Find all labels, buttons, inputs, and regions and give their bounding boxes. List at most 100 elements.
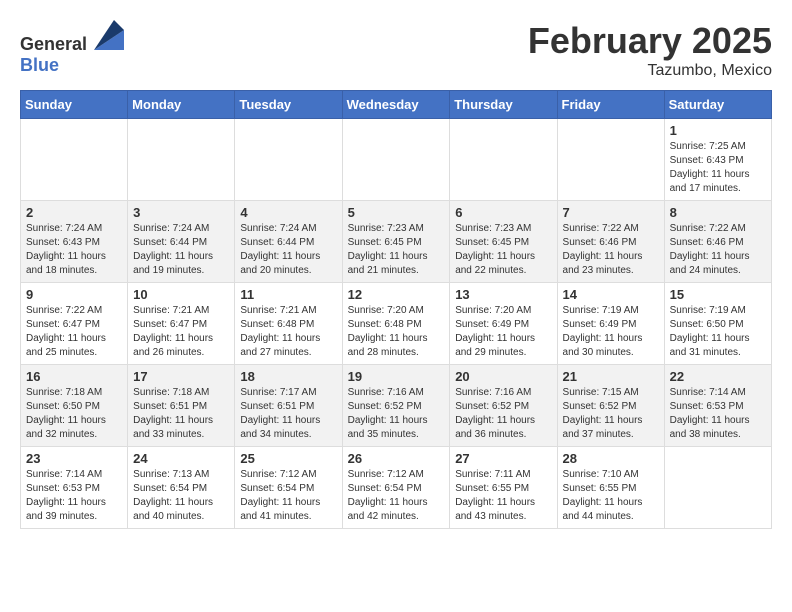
- day-number: 27: [455, 451, 551, 466]
- day-cell: 1Sunrise: 7:25 AM Sunset: 6:43 PM Daylig…: [664, 119, 771, 201]
- day-cell: 4 Sunrise: 7:24 AM Sunset: 6:44 PM Daylig…: [235, 201, 342, 283]
- day-number: 20: [455, 369, 551, 384]
- week-row-1: 1Sunrise: 7:25 AM Sunset: 6:43 PM Daylig…: [21, 119, 772, 201]
- day-cell: 11 Sunrise: 7:21 AM Sunset: 6:48 PM Dayli…: [235, 283, 342, 365]
- day-number: 11: [240, 287, 336, 302]
- week-row-2: 2Sunrise: 7:24 AM Sunset: 6:43 PM Daylig…: [21, 201, 772, 283]
- day-number: 17: [133, 369, 229, 384]
- day-number: 8: [670, 205, 766, 220]
- day-info: Sunrise: 7:19 AM Sunset: 6:49 PM Dayligh…: [563, 304, 659, 360]
- day-number: 28: [563, 451, 659, 466]
- day-cell: 7Sunrise: 7:22 AM Sunset: 6:46 PM Daylig…: [557, 201, 664, 283]
- day-info: Sunrise: 7:23 AM Sunset: 6:45 PM Dayligh…: [348, 222, 445, 278]
- day-cell: 15 Sunrise: 7:19 AM Sunset: 6:50 PM Dayli…: [664, 283, 771, 365]
- day-info: Sunrise: 7:22 AM Sunset: 6:46 PM Dayligh…: [670, 222, 766, 278]
- weekday-header-tuesday: Tuesday: [235, 91, 342, 119]
- day-cell: [235, 119, 342, 201]
- day-info: Sunrise: 7:15 AM Sunset: 6:52 PM Dayligh…: [563, 386, 659, 442]
- week-row-5: 23 Sunrise: 7:14 AM Sunset: 6:53 PM Dayli…: [21, 447, 772, 529]
- day-cell: [557, 119, 664, 201]
- day-number: 9: [26, 287, 122, 302]
- day-info: Sunrise: 7:12 AM Sunset: 6:54 PM Dayligh…: [348, 468, 445, 524]
- day-info: Sunrise: 7:13 AM Sunset: 6:54 PM Dayligh…: [133, 468, 229, 524]
- day-cell: 17 Sunrise: 7:18 AM Sunset: 6:51 PM Dayli…: [128, 365, 235, 447]
- day-cell: 9 Sunrise: 7:22 AM Sunset: 6:47 PM Daylig…: [21, 283, 128, 365]
- day-info: Sunrise: 7:14 AM Sunset: 6:53 PM Dayligh…: [26, 468, 122, 524]
- day-cell: 20Sunrise: 7:16 AM Sunset: 6:52 PM Dayli…: [450, 365, 557, 447]
- day-info: Sunrise: 7:19 AM Sunset: 6:50 PM Dayligh…: [670, 304, 766, 360]
- logo-blue: Blue: [20, 55, 59, 75]
- day-number: 12: [348, 287, 445, 302]
- day-info: Sunrise: 7:21 AM Sunset: 6:47 PM Dayligh…: [133, 304, 229, 360]
- day-cell: [450, 119, 557, 201]
- month-title: February 2025: [528, 20, 772, 62]
- day-number: 3: [133, 205, 229, 220]
- day-number: 26: [348, 451, 445, 466]
- day-number: 18: [240, 369, 336, 384]
- day-number: 13: [455, 287, 551, 302]
- day-info: Sunrise: 7:20 AM Sunset: 6:48 PM Dayligh…: [348, 304, 445, 360]
- week-row-3: 9 Sunrise: 7:22 AM Sunset: 6:47 PM Daylig…: [21, 283, 772, 365]
- weekday-header-row: SundayMondayTuesdayWednesdayThursdayFrid…: [21, 91, 772, 119]
- day-cell: [128, 119, 235, 201]
- day-info: Sunrise: 7:24 AM Sunset: 6:43 PM Dayligh…: [26, 222, 122, 278]
- day-number: 15: [670, 287, 766, 302]
- day-cell: [342, 119, 450, 201]
- weekday-header-sunday: Sunday: [21, 91, 128, 119]
- weekday-header-friday: Friday: [557, 91, 664, 119]
- day-number: 23: [26, 451, 122, 466]
- weekday-header-wednesday: Wednesday: [342, 91, 450, 119]
- day-info: Sunrise: 7:17 AM Sunset: 6:51 PM Dayligh…: [240, 386, 336, 442]
- title-area: February 2025 Tazumbo, Mexico: [528, 20, 772, 80]
- day-info: Sunrise: 7:10 AM Sunset: 6:55 PM Dayligh…: [563, 468, 659, 524]
- day-cell: 8 Sunrise: 7:22 AM Sunset: 6:46 PM Daylig…: [664, 201, 771, 283]
- day-number: 22: [670, 369, 766, 384]
- day-info: Sunrise: 7:22 AM Sunset: 6:47 PM Dayligh…: [26, 304, 122, 360]
- day-info: Sunrise: 7:20 AM Sunset: 6:49 PM Dayligh…: [455, 304, 551, 360]
- day-cell: 25 Sunrise: 7:12 AM Sunset: 6:54 PM Dayli…: [235, 447, 342, 529]
- day-number: 24: [133, 451, 229, 466]
- day-info: Sunrise: 7:24 AM Sunset: 6:44 PM Dayligh…: [240, 222, 336, 278]
- day-cell: 19Sunrise: 7:16 AM Sunset: 6:52 PM Dayli…: [342, 365, 450, 447]
- day-cell: 16 Sunrise: 7:18 AM Sunset: 6:50 PM Dayli…: [21, 365, 128, 447]
- day-number: 16: [26, 369, 122, 384]
- day-cell: 23 Sunrise: 7:14 AM Sunset: 6:53 PM Dayli…: [21, 447, 128, 529]
- day-number: 7: [563, 205, 659, 220]
- logo: General Blue: [20, 20, 124, 76]
- page-header: General Blue February 2025 Tazumbo, Mexi…: [20, 20, 772, 80]
- weekday-header-saturday: Saturday: [664, 91, 771, 119]
- day-info: Sunrise: 7:16 AM Sunset: 6:52 PM Dayligh…: [348, 386, 445, 442]
- day-number: 10: [133, 287, 229, 302]
- day-cell: 22 Sunrise: 7:14 AM Sunset: 6:53 PM Dayli…: [664, 365, 771, 447]
- day-info: Sunrise: 7:18 AM Sunset: 6:50 PM Dayligh…: [26, 386, 122, 442]
- logo-text: General Blue: [20, 20, 124, 76]
- day-info: Sunrise: 7:25 AM Sunset: 6:43 PM Dayligh…: [670, 140, 766, 196]
- day-cell: [664, 447, 771, 529]
- logo-icon: [94, 20, 124, 50]
- day-cell: 5Sunrise: 7:23 AM Sunset: 6:45 PM Daylig…: [342, 201, 450, 283]
- day-number: 14: [563, 287, 659, 302]
- day-info: Sunrise: 7:12 AM Sunset: 6:54 PM Dayligh…: [240, 468, 336, 524]
- day-info: Sunrise: 7:18 AM Sunset: 6:51 PM Dayligh…: [133, 386, 229, 442]
- day-info: Sunrise: 7:21 AM Sunset: 6:48 PM Dayligh…: [240, 304, 336, 360]
- day-info: Sunrise: 7:23 AM Sunset: 6:45 PM Dayligh…: [455, 222, 551, 278]
- day-number: 6: [455, 205, 551, 220]
- day-cell: 18 Sunrise: 7:17 AM Sunset: 6:51 PM Dayli…: [235, 365, 342, 447]
- day-number: 25: [240, 451, 336, 466]
- day-number: 21: [563, 369, 659, 384]
- day-cell: 24 Sunrise: 7:13 AM Sunset: 6:54 PM Dayli…: [128, 447, 235, 529]
- day-cell: 12 Sunrise: 7:20 AM Sunset: 6:48 PM Dayli…: [342, 283, 450, 365]
- day-cell: 2Sunrise: 7:24 AM Sunset: 6:43 PM Daylig…: [21, 201, 128, 283]
- day-number: 4: [240, 205, 336, 220]
- weekday-header-monday: Monday: [128, 91, 235, 119]
- weekday-header-thursday: Thursday: [450, 91, 557, 119]
- location-subtitle: Tazumbo, Mexico: [528, 62, 772, 80]
- day-cell: 21 Sunrise: 7:15 AM Sunset: 6:52 PM Dayli…: [557, 365, 664, 447]
- day-cell: 13 Sunrise: 7:20 AM Sunset: 6:49 PM Dayli…: [450, 283, 557, 365]
- day-cell: 3Sunrise: 7:24 AM Sunset: 6:44 PM Daylig…: [128, 201, 235, 283]
- day-cell: 14 Sunrise: 7:19 AM Sunset: 6:49 PM Dayli…: [557, 283, 664, 365]
- calendar-table: SundayMondayTuesdayWednesdayThursdayFrid…: [20, 90, 772, 529]
- day-info: Sunrise: 7:14 AM Sunset: 6:53 PM Dayligh…: [670, 386, 766, 442]
- day-cell: 27Sunrise: 7:11 AM Sunset: 6:55 PM Dayli…: [450, 447, 557, 529]
- day-cell: 26 Sunrise: 7:12 AM Sunset: 6:54 PM Dayli…: [342, 447, 450, 529]
